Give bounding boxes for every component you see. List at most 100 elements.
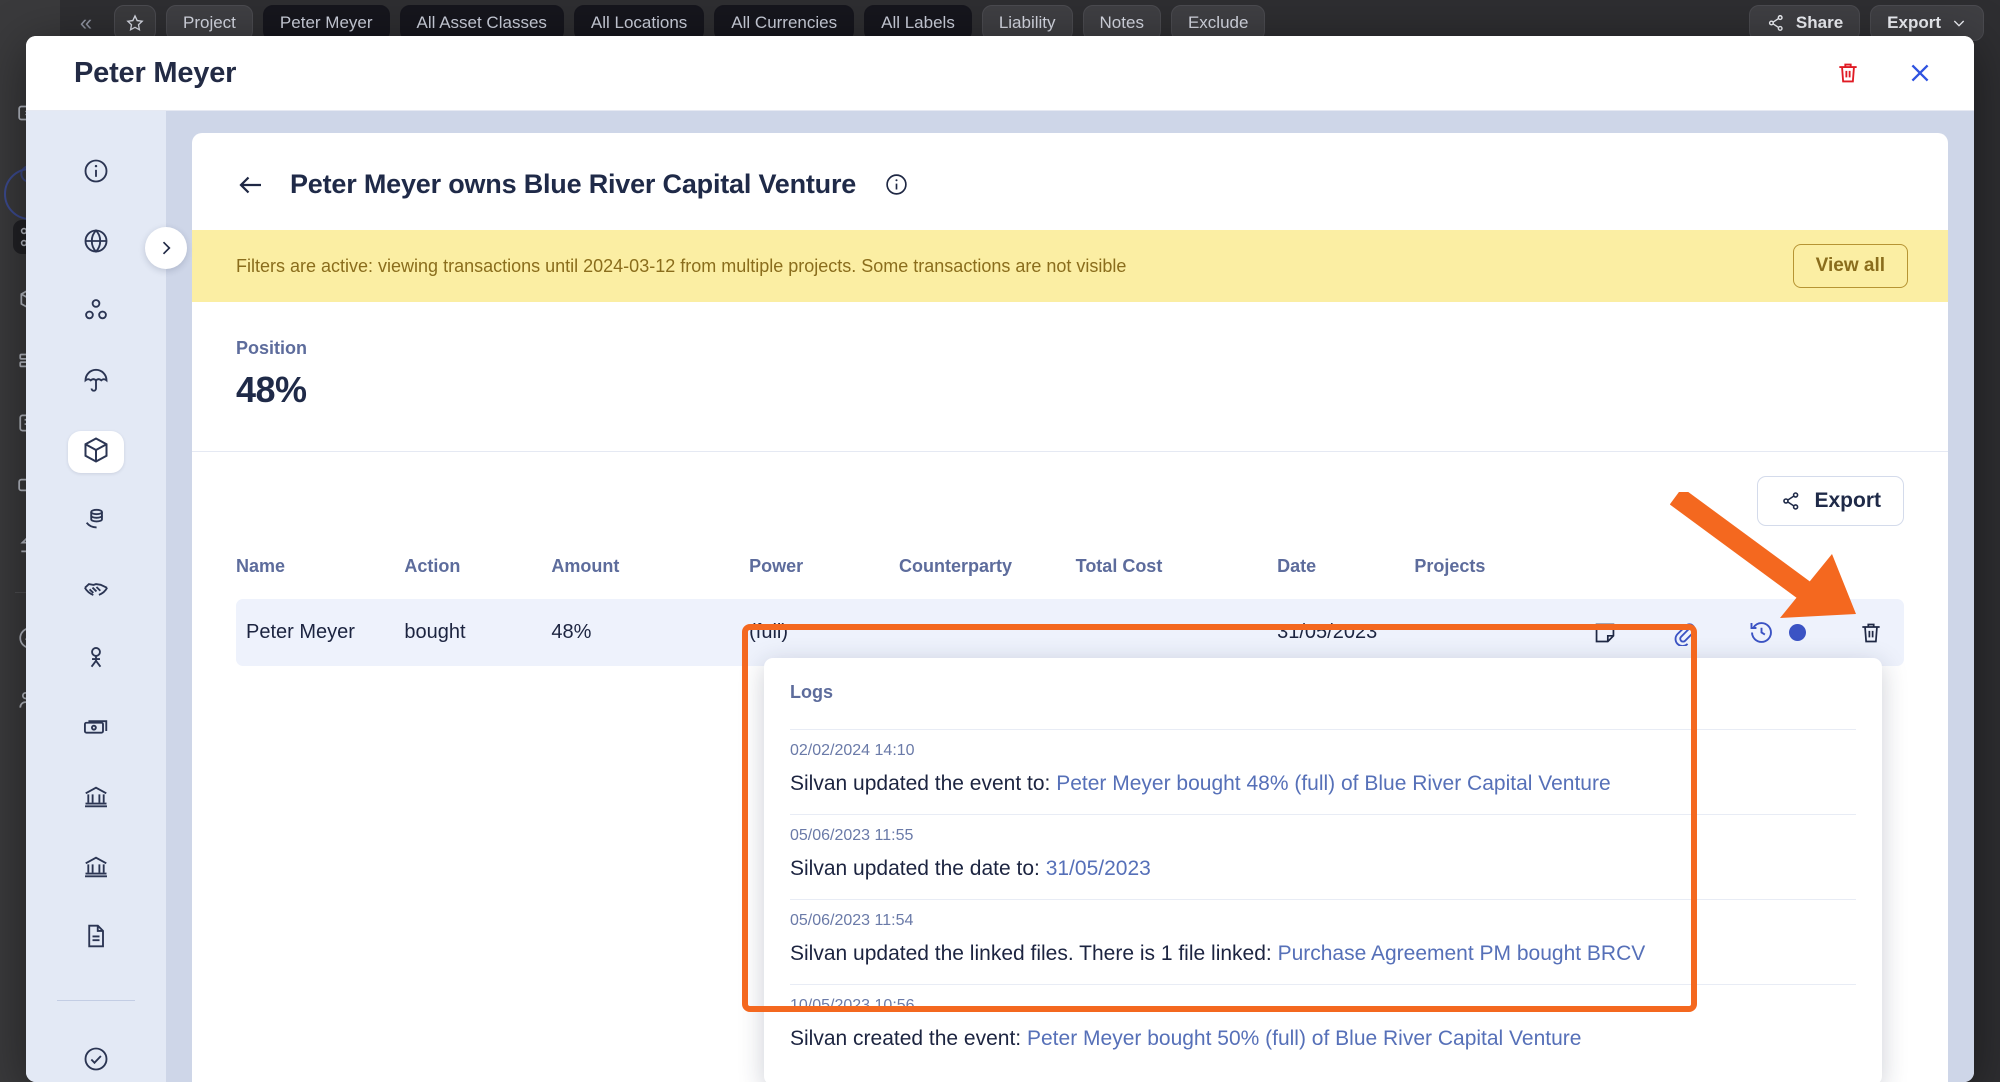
check-circle-icon [82,1045,110,1078]
modal-header-actions [1832,57,1936,89]
log-timestamp: 02/02/2024 14:10 [790,742,915,759]
status-dot [1789,624,1806,641]
log-message-text: Silvan created the event: [790,1027,1022,1050]
export-row: Export [236,452,1904,546]
table-body: Peter Meyer bought 48% (full) 31/05/2023 [236,599,1904,666]
cell-name: Peter Meyer [246,621,355,643]
column-header-power[interactable]: Power [749,546,899,599]
cell-row-actions [1592,599,1904,666]
modal-sidebar [26,111,187,1082]
sidebar-item-group[interactable] [68,292,124,334]
cell-total-cost [1076,599,1277,666]
transactions-table: Name Action Amount Power Counterparty To… [236,546,1904,666]
logs-title: Logs [790,682,833,702]
position-label: Position [236,338,307,358]
log-timestamp: 05/06/2023 11:55 [790,827,914,844]
page-title: Peter Meyer owns Blue River Capital Vent… [290,169,857,199]
trash-icon[interactable] [1832,57,1864,89]
table-row[interactable]: Peter Meyer bought 48% (full) 31/05/2023 [236,599,1904,666]
view-all-button[interactable]: View all [1792,244,1908,288]
log-entry: 05/06/2023 11:54 Silvan updated the link… [790,899,1856,984]
column-header-projects[interactable]: Projects [1414,546,1592,599]
filter-banner-text: Filters are active: viewing transactions… [236,255,1127,276]
sidebar-item-deals[interactable] [68,570,124,612]
column-header-action[interactable]: Action [404,546,551,599]
log-message-highlight[interactable]: Purchase Agreement PM bought BRCV [1278,942,1646,965]
log-message-highlight[interactable]: Peter Meyer bought 50% (full) of Blue Ri… [1027,1027,1581,1050]
column-header-actions [1592,546,1904,599]
column-header-amount[interactable]: Amount [551,546,749,599]
bank-icon [82,783,110,816]
paperclip-icon[interactable] [1670,620,1696,646]
sidebar-item-people[interactable] [68,640,124,682]
log-message-text: Silvan updated the event to: [790,772,1051,795]
logs-popover: Logs 02/02/2024 14:10 Silvan updated the… [764,658,1882,1082]
sidebar-item-bank-one[interactable] [68,779,124,821]
info-circle-icon[interactable] [884,172,909,197]
sidebar-item-cash[interactable] [68,501,124,543]
person-icon [82,644,110,677]
close-icon[interactable] [1904,57,1936,89]
share-label: Share [1795,13,1844,32]
log-message: Silvan updated the date to: 31/05/2023 [790,857,1856,881]
share-nodes-icon [1766,13,1786,33]
export-button[interactable]: Export [1757,476,1904,526]
column-header-name[interactable]: Name [236,546,404,599]
cell-counterparty [899,599,1076,666]
sidebar-item-tasks[interactable] [68,1040,124,1082]
globe-icon [82,227,110,260]
note-icon[interactable] [1592,620,1618,646]
sidebar-item-bank-two[interactable] [68,849,124,891]
log-timestamp: 05/06/2023 11:54 [790,912,914,929]
table-header-row: Name Action Amount Power Counterparty To… [236,546,1904,599]
cell-action: bought [404,621,466,643]
box-3d-icon [81,435,111,470]
bank-icon [82,853,110,886]
log-timestamp: 10/05/2023 10:56 [790,997,915,1014]
sidebar-item-globe[interactable] [68,223,124,265]
sidebar-divider [57,999,135,1001]
table-header: Name Action Amount Power Counterparty To… [236,546,1904,599]
export-label: Export [1887,13,1941,32]
column-header-date[interactable]: Date [1277,546,1414,599]
log-entry: 05/06/2023 11:55 Silvan updated the date… [790,814,1856,899]
sidebar-item-info[interactable] [68,153,124,195]
handshake-icon [82,575,110,608]
transactions-section: Export Name Action Amount Power Counterp… [192,452,1948,666]
info-circle-icon [82,157,110,190]
modal-header: Peter Meyer [26,36,1974,111]
sidebar-item-assets[interactable] [68,431,124,473]
trash-icon[interactable] [1858,620,1884,646]
column-header-total-cost[interactable]: Total Cost [1076,546,1277,599]
sidebar-item-insurance[interactable] [68,362,124,404]
filter-banner: Filters are active: viewing transactions… [192,230,1948,302]
cell-power: (full) [749,621,789,643]
log-message-highlight[interactable]: 31/05/2023 [1046,857,1151,880]
umbrella-icon [82,366,110,399]
export-button-label: Export [1814,489,1881,512]
sidebar-item-cards[interactable] [68,710,124,752]
row-action-icons [1592,619,1904,646]
people-nodes-icon [82,296,110,329]
collapse-sidebar-icon[interactable]: « [68,12,104,34]
panel-header: Peter Meyer owns Blue River Capital Vent… [192,133,1948,230]
sidebar-item-documents[interactable] [68,918,124,960]
back-arrow-icon[interactable] [236,170,266,200]
log-message: Silvan updated the linked files. There i… [790,942,1856,966]
history-clock-icon[interactable] [1748,619,1775,646]
position-block: Position 48% [192,302,1948,452]
log-message-text: Silvan updated the linked files. There i… [790,942,1272,965]
log-message: Silvan created the event: Peter Meyer bo… [790,1027,1856,1051]
share-nodes-icon [1780,490,1802,512]
sidebar-expand-button[interactable] [145,227,187,269]
log-entry: 02/02/2024 14:10 Silvan updated the even… [790,729,1856,814]
chevron-down-icon [1951,15,1967,31]
position-value: 48% [236,369,307,410]
log-message-highlight[interactable]: Peter Meyer bought 48% (full) of Blue Ri… [1056,772,1610,795]
coins-hand-icon [82,505,110,538]
document-icon [82,922,110,955]
column-header-counterparty[interactable]: Counterparty [899,546,1076,599]
log-message: Silvan updated the event to: Peter Meyer… [790,772,1856,796]
modal-title: Peter Meyer [74,56,237,89]
banknote-icon [82,714,110,747]
